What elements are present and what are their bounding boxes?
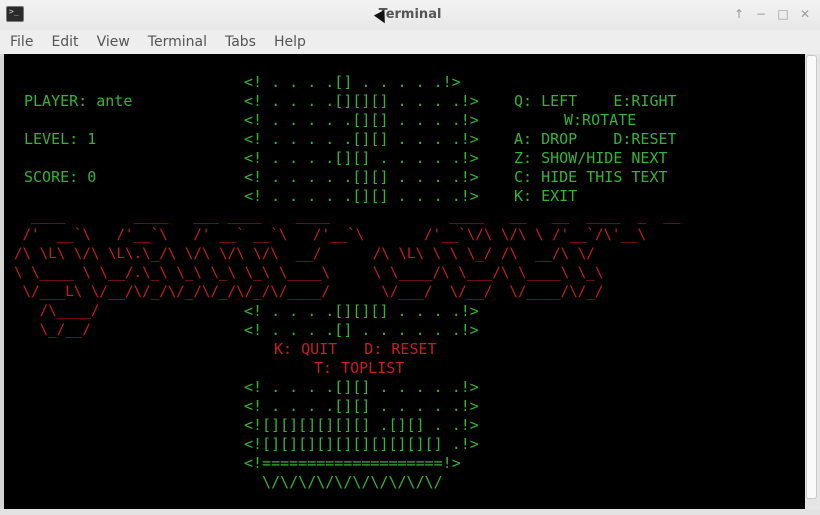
game-over-art-line: ____ ____ ___ ____ ____ ____ __ __ ____ … bbox=[14, 208, 681, 224]
toplist-hint: T: TOPLIST bbox=[314, 359, 405, 377]
menu-terminal[interactable]: Terminal bbox=[138, 34, 215, 50]
help-line: W:ROTATE bbox=[564, 111, 637, 129]
game-over-art-line: /\____/ bbox=[14, 303, 100, 319]
close-icon[interactable]: ✕ bbox=[798, 6, 812, 22]
keep-above-icon[interactable]: ↑ bbox=[732, 6, 746, 22]
menu-edit[interactable]: Edit bbox=[41, 34, 86, 50]
minimize-icon[interactable]: − bbox=[754, 6, 768, 22]
board-floor: <!====================!> bbox=[244, 454, 461, 472]
quit-reset-hint: K: QUIT D: RESET bbox=[274, 340, 437, 358]
board-base: \/\/\/\/\/\/\/\/\/\/ bbox=[244, 473, 443, 491]
board-row: <! . . . .[][][] . . . .!> bbox=[244, 92, 479, 110]
board-row: <![][][][][][] .[][] . .!> bbox=[244, 416, 479, 434]
game-over-art-line: /' __`\ /'__`\ /' __` __`\ /'__`\ /'__`\… bbox=[14, 227, 647, 243]
board-row: <! . . . .[][] . . . . .!> bbox=[244, 149, 479, 167]
menu-tabs[interactable]: Tabs bbox=[215, 34, 264, 50]
help-line: A: DROP D:RESET bbox=[514, 130, 677, 148]
game-over-art-line: /\ \L\ \/\ \L\.\_/\ \/\ \/\ \/\ __/ /\ \… bbox=[14, 246, 595, 262]
menu-help[interactable]: Help bbox=[264, 34, 314, 50]
game-over-art-line: \/___L\ \/__/\/_/\/_/\/_/\/_/\/____/ \/_… bbox=[14, 284, 604, 300]
game-over-art-line: \ \____ \ \__/.\_\ \_\ \_\ \_\ \____\ \ … bbox=[14, 265, 604, 281]
menu-bar: File Edit View Terminal Tabs Help bbox=[0, 30, 820, 54]
help-line: Z: SHOW/HIDE NEXT bbox=[514, 149, 668, 167]
terminal-view[interactable]: PLAYER: ante LEVEL: 1 SCORE: 0 <! . . . … bbox=[4, 54, 805, 509]
board-row: <! . . . . .[][] . . . .!> bbox=[244, 111, 479, 129]
maximize-icon[interactable]: □ bbox=[776, 6, 790, 22]
board-row: <! . . . .[] . . . . . .!> bbox=[244, 321, 479, 339]
board-row: <! . . . .[] . . . . .!> bbox=[244, 73, 461, 91]
board-row: <! . . . . .[][] . . . .!> bbox=[244, 187, 479, 205]
menu-view[interactable]: View bbox=[87, 34, 138, 50]
game-over-art-line: \_/__/ bbox=[14, 322, 91, 338]
board-row: <! . . . . .[][] . . . .!> bbox=[244, 130, 479, 148]
board-row: <! . . . .[][] . . . . .!> bbox=[244, 397, 479, 415]
window-bottom-border bbox=[0, 509, 820, 515]
board-row: <! . . . . .[][] . . . .!> bbox=[244, 168, 479, 186]
help-line: C: HIDE THIS TEXT bbox=[514, 168, 668, 186]
window-title: Terminal bbox=[378, 7, 442, 22]
help-line: K: EXIT bbox=[514, 187, 578, 205]
level-label: LEVEL: 1 bbox=[24, 130, 97, 148]
title-bar: >_ Terminal ↑ − □ ✕ bbox=[0, 0, 820, 31]
help-line: Q: LEFT E:RIGHT bbox=[514, 92, 677, 110]
scrollbar-thumb[interactable] bbox=[806, 55, 817, 499]
menu-file[interactable]: File bbox=[0, 34, 41, 50]
player-label: PLAYER: ante bbox=[24, 92, 133, 110]
board-row: <! . . . .[][][] . . . .!> bbox=[244, 302, 479, 320]
board-row: <![][][][][][][][][][] .!> bbox=[244, 435, 479, 453]
window-controls: ↑ − □ ✕ bbox=[732, 6, 812, 22]
score-label: SCORE: 0 bbox=[24, 168, 97, 186]
board-row: <! . . . .[][] . . . . .!> bbox=[244, 378, 479, 396]
